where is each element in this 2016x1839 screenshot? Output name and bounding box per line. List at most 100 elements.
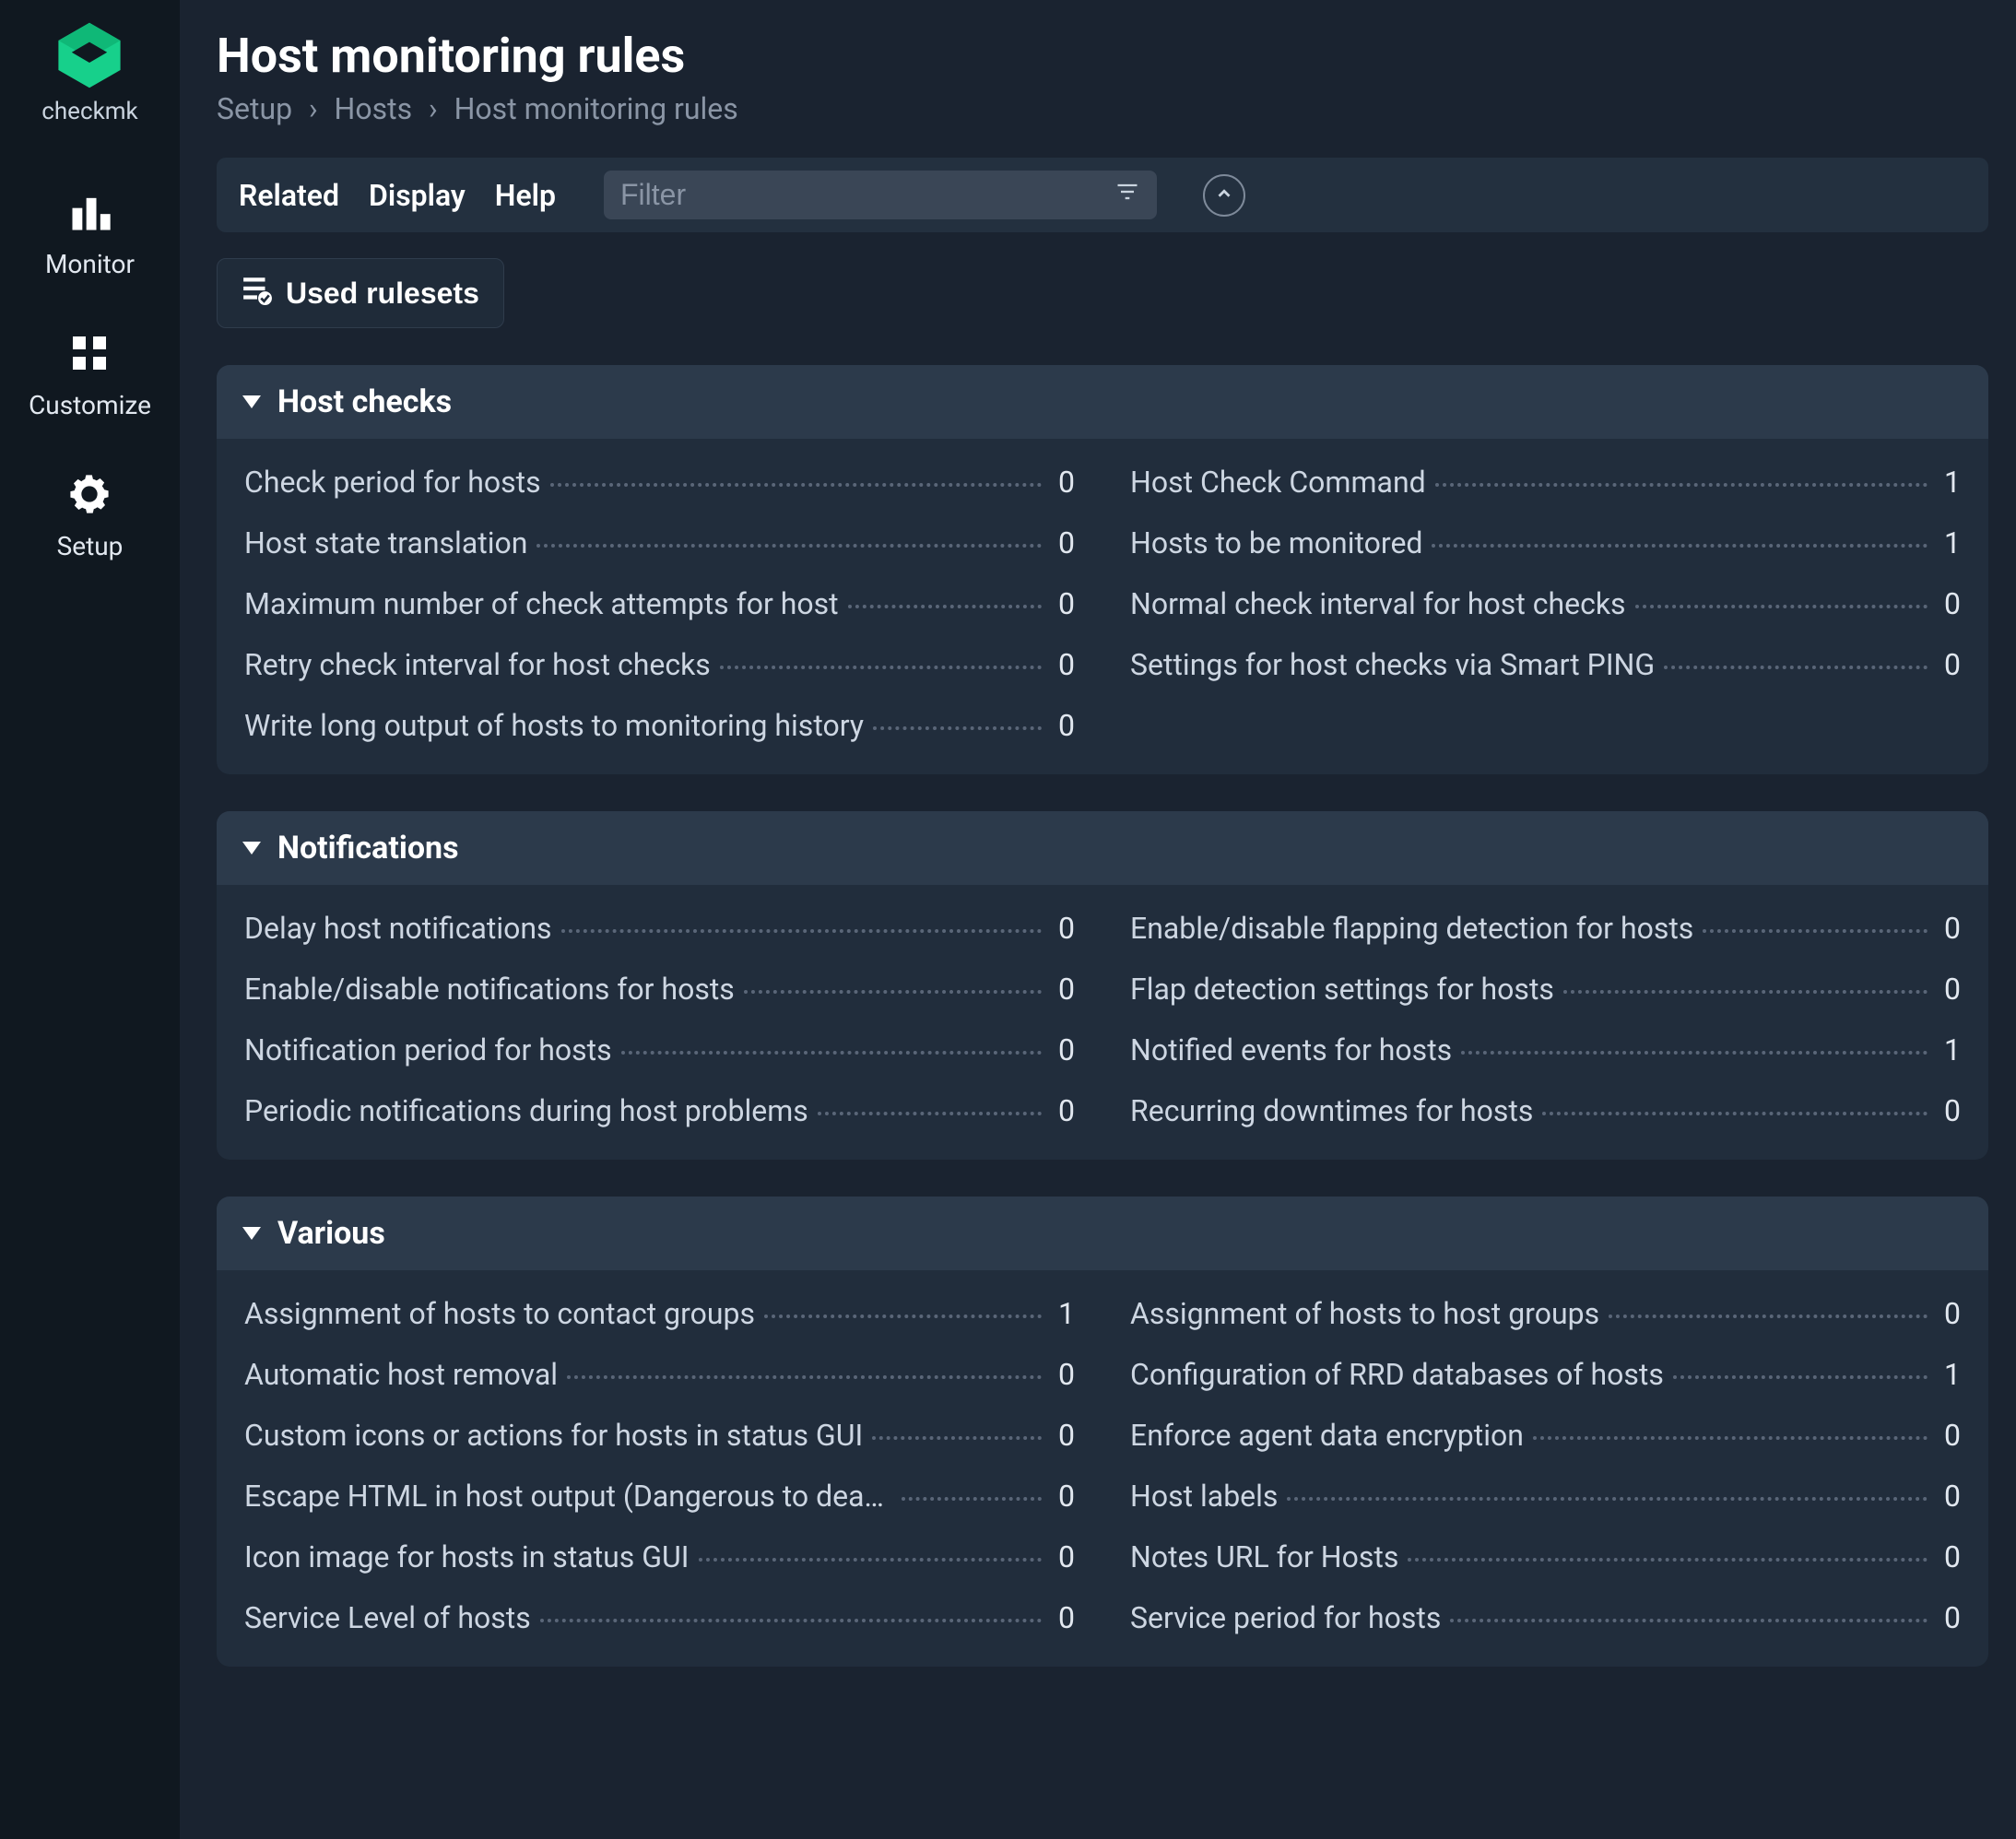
triangle-down-icon bbox=[242, 842, 261, 855]
rule-link[interactable]: Service Level of hosts0 bbox=[244, 1600, 1075, 1635]
rule-link[interactable]: Icon image for hosts in status GUI0 bbox=[244, 1539, 1075, 1574]
rule-label: Escape HTML in host output (Dangerous to… bbox=[244, 1479, 892, 1514]
leader-dots bbox=[1461, 1051, 1928, 1055]
leader-dots bbox=[699, 1558, 1043, 1562]
filter-icon bbox=[1114, 179, 1140, 212]
rules-section: Notifications Delay host notifications0 En… bbox=[217, 811, 1988, 1160]
rule-label: Automatic host removal bbox=[244, 1357, 558, 1392]
rule-link[interactable]: Configuration of RRD databases of hosts1 bbox=[1130, 1357, 1961, 1392]
rule-count: 0 bbox=[1937, 1093, 1961, 1128]
rule-count: 0 bbox=[1051, 1479, 1075, 1514]
rule-link[interactable]: Host labels 0 bbox=[1130, 1479, 1961, 1514]
rule-link[interactable]: Normal check interval for host checks0 bbox=[1130, 586, 1961, 621]
section-body: Assignment of hosts to contact groups1 As… bbox=[217, 1270, 1988, 1667]
rule-count: 0 bbox=[1937, 1418, 1961, 1453]
leader-dots bbox=[561, 929, 1042, 933]
rule-link[interactable]: Assignment of hosts to contact groups1 bbox=[244, 1296, 1075, 1331]
section-body: Check period for hosts0Host Check Comman… bbox=[217, 439, 1988, 774]
rule-link[interactable]: Assignment of hosts to host groups0 bbox=[1130, 1296, 1961, 1331]
rule-link[interactable]: Retry check interval for host checks0 bbox=[244, 647, 1075, 682]
rule-link[interactable]: Flap detection settings for hosts0 bbox=[1130, 972, 1961, 1007]
leader-dots bbox=[1450, 1619, 1928, 1622]
leader-dots bbox=[1542, 1112, 1928, 1115]
rule-link[interactable]: Settings for host checks via Smart PING 0 bbox=[1130, 647, 1961, 682]
rule-link[interactable]: Notified events for hosts1 bbox=[1130, 1032, 1961, 1067]
breadcrumb-item[interactable]: Setup bbox=[217, 91, 292, 126]
filter-field[interactable] bbox=[604, 171, 1157, 219]
rule-count: 0 bbox=[1937, 1600, 1961, 1635]
sidebar-item-setup[interactable]: Setup bbox=[57, 468, 124, 561]
display-menu[interactable]: Display bbox=[369, 178, 466, 213]
rule-link[interactable]: Recurring downtimes for hosts 0 bbox=[1130, 1093, 1961, 1128]
leader-dots bbox=[621, 1051, 1042, 1055]
main-content: Host monitoring rules Setup › Hosts › Ho… bbox=[180, 0, 2016, 1839]
toolbar: Related Display Help bbox=[217, 158, 1988, 232]
section-title: Notifications bbox=[277, 830, 459, 866]
rule-count: 0 bbox=[1937, 1479, 1961, 1514]
leader-dots bbox=[536, 544, 1042, 548]
rule-label: Enable/disable flapping detection for ho… bbox=[1130, 911, 1693, 946]
rule-link[interactable]: Automatic host removal0 bbox=[244, 1357, 1075, 1392]
rule-link[interactable]: Write long output of hosts to monitoring… bbox=[244, 708, 1075, 743]
leader-dots bbox=[1432, 544, 1928, 548]
rule-link[interactable]: Notification period for hosts0 bbox=[244, 1032, 1075, 1067]
rule-link[interactable]: Maximum number of check attempts for hos… bbox=[244, 586, 1075, 621]
rule-count: 1 bbox=[1937, 525, 1961, 560]
rule-link[interactable]: Hosts to be monitored1 bbox=[1130, 525, 1961, 560]
rule-link[interactable]: Enable/disable notifications for hosts0 bbox=[244, 972, 1075, 1007]
rule-link[interactable]: Escape HTML in host output (Dangerous to… bbox=[244, 1479, 1075, 1514]
rule-count: 0 bbox=[1051, 586, 1075, 621]
rule-link[interactable]: Check period for hosts0 bbox=[244, 465, 1075, 500]
breadcrumb-item[interactable]: Hosts bbox=[335, 91, 413, 126]
rule-label: Recurring downtimes for hosts bbox=[1130, 1093, 1533, 1128]
leader-dots bbox=[1664, 666, 1928, 669]
rule-link[interactable]: Enforce agent data encryption0 bbox=[1130, 1418, 1961, 1453]
rule-link[interactable]: Host Check Command1 bbox=[1130, 465, 1961, 500]
rule-label: Notified events for hosts bbox=[1130, 1032, 1452, 1067]
rule-link[interactable]: Notes URL for Hosts0 bbox=[1130, 1539, 1961, 1574]
leader-dots bbox=[540, 1619, 1042, 1622]
rule-link[interactable]: Periodic notifications during host probl… bbox=[244, 1093, 1075, 1128]
leader-dots bbox=[567, 1375, 1042, 1379]
section-header[interactable]: Various bbox=[217, 1197, 1988, 1270]
brand-logo[interactable]: checkmk bbox=[41, 18, 137, 125]
rule-label: Maximum number of check attempts for hos… bbox=[244, 586, 839, 621]
used-rulesets-label: Used rulesets bbox=[286, 277, 479, 311]
rule-label: Icon image for hosts in status GUI bbox=[244, 1539, 690, 1574]
rule-link[interactable]: Custom icons or actions for hosts in sta… bbox=[244, 1418, 1075, 1453]
used-rulesets-button[interactable]: Used rulesets bbox=[217, 258, 504, 328]
sidebar-item-monitor[interactable]: Monitor bbox=[45, 186, 135, 279]
rule-label: Host labels bbox=[1130, 1479, 1278, 1514]
rule-label: Assignment of hosts to host groups bbox=[1130, 1296, 1599, 1331]
rule-count: 0 bbox=[1937, 647, 1961, 682]
rule-count: 0 bbox=[1051, 1093, 1075, 1128]
rule-label: Notes URL for Hosts bbox=[1130, 1539, 1398, 1574]
sidebar-item-label: Setup bbox=[57, 531, 124, 561]
collapse-toolbar-button[interactable] bbox=[1203, 174, 1245, 217]
rule-count: 0 bbox=[1051, 911, 1075, 946]
sidebar-item-customize[interactable]: Customize bbox=[29, 327, 151, 420]
section-header[interactable]: Notifications bbox=[217, 811, 1988, 885]
leader-dots bbox=[1703, 929, 1928, 933]
list-check-icon bbox=[242, 274, 273, 312]
rule-count: 0 bbox=[1051, 1032, 1075, 1067]
rules-section: VariousAssignment of hosts to contact gr… bbox=[217, 1197, 1988, 1667]
section-header[interactable]: Host checks bbox=[217, 365, 1988, 439]
breadcrumb-item[interactable]: Host monitoring rules bbox=[454, 91, 738, 126]
leader-dots bbox=[1435, 483, 1928, 487]
rule-label: Settings for host checks via Smart PING bbox=[1130, 647, 1655, 682]
rule-label: Periodic notifications during host probl… bbox=[244, 1093, 808, 1128]
rule-link[interactable]: Service period for hosts0 bbox=[1130, 1600, 1961, 1635]
related-menu[interactable]: Related bbox=[239, 178, 339, 213]
rule-link[interactable]: Host state translation0 bbox=[244, 525, 1075, 560]
rule-count: 0 bbox=[1051, 1418, 1075, 1453]
rule-link[interactable]: Enable/disable flapping detection for ho… bbox=[1130, 911, 1961, 946]
filter-input[interactable] bbox=[620, 178, 1114, 212]
leader-dots bbox=[1533, 1436, 1928, 1440]
rule-link[interactable]: Delay host notifications0 bbox=[244, 911, 1075, 946]
rule-label: Service Level of hosts bbox=[244, 1600, 531, 1635]
rule-label: Host state translation bbox=[244, 525, 527, 560]
rule-label: Check period for hosts bbox=[244, 465, 541, 500]
help-menu[interactable]: Help bbox=[495, 178, 556, 213]
section-body: Delay host notifications0 Enable/disable … bbox=[217, 885, 1988, 1160]
